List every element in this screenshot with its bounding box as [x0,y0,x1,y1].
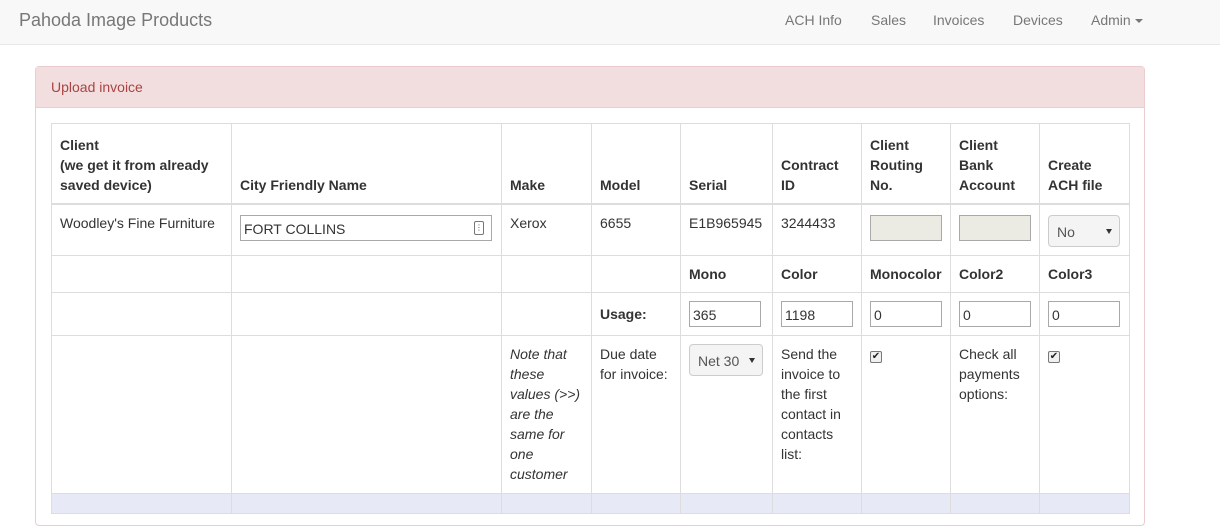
meter-header-color: Color [772,255,862,293]
dropdown-arrow-icon [749,358,755,363]
due-date-select[interactable]: Net 30 [689,344,763,376]
nav-sales[interactable]: Sales [871,12,906,28]
nav-admin-dropdown[interactable]: Admin [1091,12,1143,28]
header-city: City Friendly Name [231,123,502,205]
meter-header-color3: Color3 [1039,255,1130,293]
client-bank-account-input[interactable] [959,214,1031,241]
meter-header-color2: Color2 [950,255,1040,293]
header-serial: Serial [680,123,773,205]
nav-invoices[interactable]: Invoices [933,12,984,28]
nav-admin-label: Admin [1091,12,1131,28]
customer-note: Note that these values (>>) are the same… [501,335,592,494]
client-routing-input[interactable] [870,214,942,241]
brand-title[interactable]: Pahoda Image Products [19,10,212,31]
panel-heading: Upload invoice [36,67,1144,108]
dropdown-arrow-icon [1106,228,1112,234]
header-model: Model [591,123,681,205]
table-row: Note that these values (>>) are the same… [51,335,1130,494]
usage-color-input[interactable]: 1198 [781,301,853,327]
header-routing: Client Routing No. [861,123,951,205]
bank-cell [950,203,1040,256]
table-row: Usage: 365 1198 0 0 0 [51,292,1130,336]
send-invoice-label: Send the invoice to the first contact in… [772,335,862,494]
check-all-payments-checkbox[interactable]: ✔ [1048,351,1060,363]
create-ach-select[interactable]: No [1048,214,1120,247]
header-make: Make [501,123,592,205]
city-friendly-name-input[interactable]: FORT COLLINS ⋮ [240,214,492,241]
table-row: Mono Color Monocolor Color2 Color3 [51,255,1130,293]
caret-down-icon [1134,19,1143,24]
table-row: Woodley's Fine Furniture FORT COLLINS ⋮ … [51,203,1130,256]
make-value: Xerox [501,203,592,256]
send-invoice-checkbox[interactable]: ✔ [870,351,882,363]
due-date-selected: Net 30 [698,353,740,369]
usage-color3-input[interactable]: 0 [1048,301,1120,327]
header-contract-id: Contract ID [772,123,862,205]
ach-cell: No [1039,203,1130,256]
model-value: 6655 [591,203,681,256]
routing-cell [861,203,951,256]
usage-color2-input[interactable]: 0 [959,301,1031,327]
meter-header-monocolor: Monocolor [861,255,951,293]
meter-header-mono: Mono [680,255,773,293]
usage-label: Usage: [591,292,681,336]
header-client-line2: (we get it from already [60,156,209,173]
top-navbar: Pahoda Image Products ACH Info Sales Inv… [0,0,1220,45]
usage-mono-input[interactable]: 365 [689,301,761,327]
header-client: Client (we get it from already saved dev… [51,123,232,205]
city-friendly-name-value: FORT COLLINS [244,220,346,237]
header-client-line1: Client [60,136,99,153]
header-ach: Create ACH file [1039,123,1130,205]
nav-devices[interactable]: Devices [1013,12,1063,28]
due-date-label: Due date for invoice: [591,335,681,494]
client-name: Woodley's Fine Furniture [51,203,232,256]
nav-ach-info[interactable]: ACH Info [785,12,842,28]
contract-id-value: 3244433 [772,203,862,256]
create-ach-selected: No [1057,223,1075,240]
usage-monocolor-input[interactable]: 0 [870,301,942,327]
header-client-line3: saved device) [60,176,152,193]
invoice-table: Client (we get it from already saved dev… [51,123,1130,514]
city-cell: FORT COLLINS ⋮ [231,203,502,256]
check-all-label: Check all payments options: [950,335,1040,494]
header-bank: Client Bank Account [950,123,1040,205]
serial-value: E1B965945 [680,203,773,256]
table-row [51,493,1130,514]
autofill-icon[interactable]: ⋮ [474,220,484,235]
